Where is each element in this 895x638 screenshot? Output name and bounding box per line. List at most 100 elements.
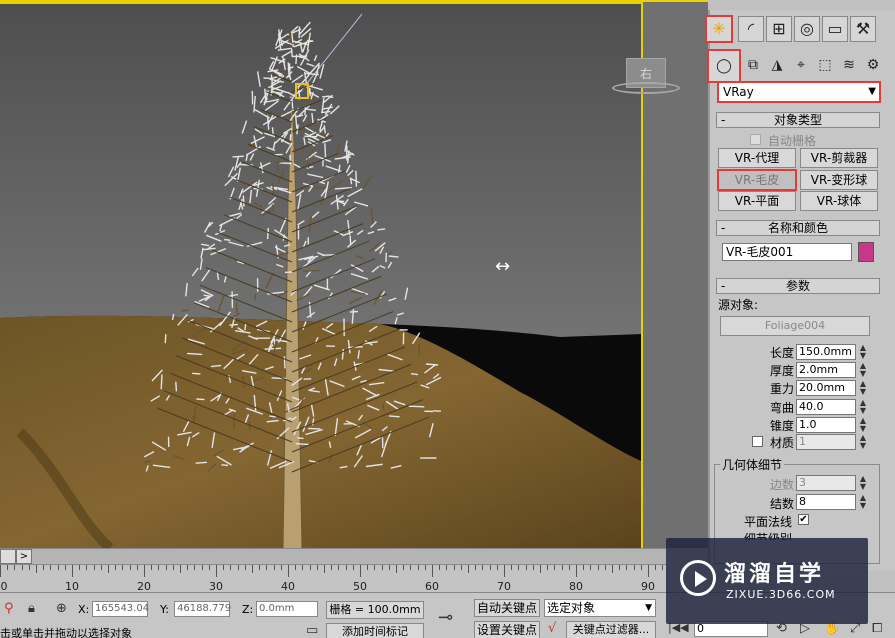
- knots-spinner-icon[interactable]: ▲ ▼: [858, 494, 868, 510]
- helpers-subtab-icon[interactable]: ⬚: [814, 54, 836, 76]
- material-checkbox[interactable]: [752, 436, 763, 447]
- rollout-object-type[interactable]: - 对象类型: [716, 112, 880, 128]
- vr-plane-button[interactable]: VR-平面: [718, 191, 796, 211]
- auto-grid-checkbox[interactable]: [750, 134, 761, 145]
- rollout-name-color[interactable]: - 名称和颜色: [716, 220, 880, 236]
- track-tick: [424, 565, 426, 570]
- track-bar[interactable]: 0 10 20 30 40 50 60 70 80 90: [0, 564, 666, 593]
- track-tick: [122, 565, 124, 570]
- gravity-field[interactable]: 20.0mm: [796, 380, 856, 396]
- material-spinner-icon[interactable]: ▲ ▼: [858, 434, 868, 450]
- geometry-subtab-icon[interactable]: ◯: [707, 49, 741, 83]
- track-tick: [403, 565, 405, 570]
- vr-proxy-button[interactable]: VR-代理: [718, 148, 796, 168]
- set-key-icon[interactable]: ⊸: [438, 607, 453, 628]
- material-field[interactable]: 1: [796, 434, 856, 450]
- object-color-swatch[interactable]: [858, 242, 874, 262]
- z-coordinate-field[interactable]: 0.0mm: [256, 601, 318, 617]
- bend-field[interactable]: 40.0: [796, 399, 856, 415]
- track-tick: [518, 565, 520, 570]
- thickness-spinner-icon[interactable]: ▲ ▼: [858, 362, 868, 378]
- sides-label: 边数: [770, 478, 795, 492]
- track-tick: [266, 565, 268, 570]
- lights-subtab-icon[interactable]: ◮: [766, 54, 788, 76]
- sides-field[interactable]: 3: [796, 475, 856, 491]
- absolute-mode-icon[interactable]: ⊕: [56, 601, 67, 616]
- length-spinner-icon[interactable]: ▲ ▼: [858, 344, 868, 360]
- track-tick: [331, 565, 333, 570]
- track-tick: [396, 565, 397, 573]
- category-dropdown-value: VRay: [723, 85, 754, 99]
- track-tick: [626, 565, 628, 570]
- viewcube-ring[interactable]: [612, 82, 680, 94]
- thickness-field[interactable]: 2.0mm: [796, 362, 856, 378]
- vr-sphere-button[interactable]: VR-球体: [800, 191, 878, 211]
- bend-spinner-icon[interactable]: ▲ ▼: [858, 399, 868, 415]
- auto-key-button[interactable]: 自动关键点: [474, 599, 540, 617]
- material-label: 材质: [770, 436, 795, 450]
- source-object-button[interactable]: Foliage004: [720, 316, 870, 336]
- perspective-viewport[interactable]: 右 ↔: [0, 0, 708, 548]
- track-tick: [554, 565, 556, 570]
- x-coordinate-field[interactable]: 165543.04: [92, 601, 149, 617]
- add-time-tag-button[interactable]: 添加时间标记: [326, 623, 424, 638]
- object-name-field[interactable]: VR-毛皮001: [722, 243, 852, 261]
- utilities-tab-icon[interactable]: ⚒: [850, 16, 876, 42]
- track-tick: [43, 565, 45, 570]
- scene-render: [0, 2, 708, 548]
- track-tick: [216, 565, 217, 577]
- watermark-overlay: 溜溜自学 ZIXUE.3D66.COM: [666, 538, 868, 624]
- rollout-parameters[interactable]: - 参数: [716, 278, 880, 294]
- vr-fur-button[interactable]: VR-毛皮: [717, 169, 797, 191]
- time-slider-knob[interactable]: [0, 549, 16, 564]
- category-dropdown[interactable]: VRay ▼: [717, 81, 881, 103]
- geometry-detail-title: 几何体细节: [720, 456, 785, 473]
- track-tick: [446, 565, 448, 570]
- source-object-label: 源对象:: [718, 298, 759, 312]
- lock-icon[interactable]: 🔒︎: [28, 601, 35, 616]
- track-tick: [180, 565, 181, 573]
- flat-normals-checkbox[interactable]: ✔: [798, 514, 809, 525]
- hierarchy-tab-icon[interactable]: ⊞: [766, 16, 792, 42]
- track-tick: [151, 565, 153, 570]
- shapes-subtab-icon[interactable]: ⧉: [742, 54, 764, 76]
- create-tab-icon[interactable]: ✳: [705, 15, 733, 43]
- pin-icon[interactable]: ⚲: [4, 601, 14, 616]
- length-field[interactable]: 150.0mm: [796, 344, 856, 360]
- track-tick: [230, 565, 232, 570]
- vr-metaball-button[interactable]: VR-变形球: [800, 170, 878, 190]
- modify-tab-icon[interactable]: ◜: [738, 16, 764, 42]
- key-filters-button[interactable]: 关键点过滤器...: [566, 621, 656, 638]
- knots-field[interactable]: 8: [796, 494, 856, 510]
- track-tick: [489, 565, 491, 570]
- track-tick: [252, 565, 253, 573]
- set-key-button[interactable]: 设置关键点: [474, 621, 540, 638]
- maximize-viewport-icon[interactable]: ⧠: [872, 621, 882, 636]
- motion-tab-icon[interactable]: ◎: [794, 16, 820, 42]
- taper-spinner-icon[interactable]: ▲ ▼: [858, 417, 868, 433]
- track-tick: [86, 565, 88, 570]
- gravity-label: 重力: [770, 382, 795, 396]
- gravity-spinner-icon[interactable]: ▲ ▼: [858, 380, 868, 396]
- next-frame-button[interactable]: >: [16, 549, 32, 564]
- track-tick: [547, 565, 549, 570]
- systems-subtab-icon[interactable]: ⚙: [862, 54, 884, 76]
- key-filter-icon: √: [548, 621, 557, 636]
- vr-clipper-button[interactable]: VR-剪裁器: [800, 148, 878, 168]
- length-label: 长度: [770, 346, 795, 360]
- time-slider[interactable]: >: [0, 548, 666, 564]
- cameras-subtab-icon[interactable]: ⌖: [790, 54, 812, 76]
- y-coordinate-field[interactable]: 46188.779: [174, 601, 231, 617]
- track-tick: [576, 565, 577, 577]
- track-tick: [309, 565, 311, 570]
- track-tick: [540, 565, 541, 573]
- selection-set-dropdown[interactable]: 选定对象 ▼: [544, 599, 656, 617]
- display-tab-icon[interactable]: ▭: [822, 16, 848, 42]
- taper-field[interactable]: 1.0: [796, 417, 856, 433]
- sides-spinner-icon[interactable]: ▲ ▼: [858, 475, 868, 491]
- spacewarps-subtab-icon[interactable]: ≋: [838, 54, 860, 76]
- selection-set-value: 选定对象: [547, 601, 596, 615]
- grid-size-display: 栅格 = 100.0mm: [326, 601, 424, 619]
- track-tick: [496, 565, 498, 570]
- track-tick: [50, 565, 52, 570]
